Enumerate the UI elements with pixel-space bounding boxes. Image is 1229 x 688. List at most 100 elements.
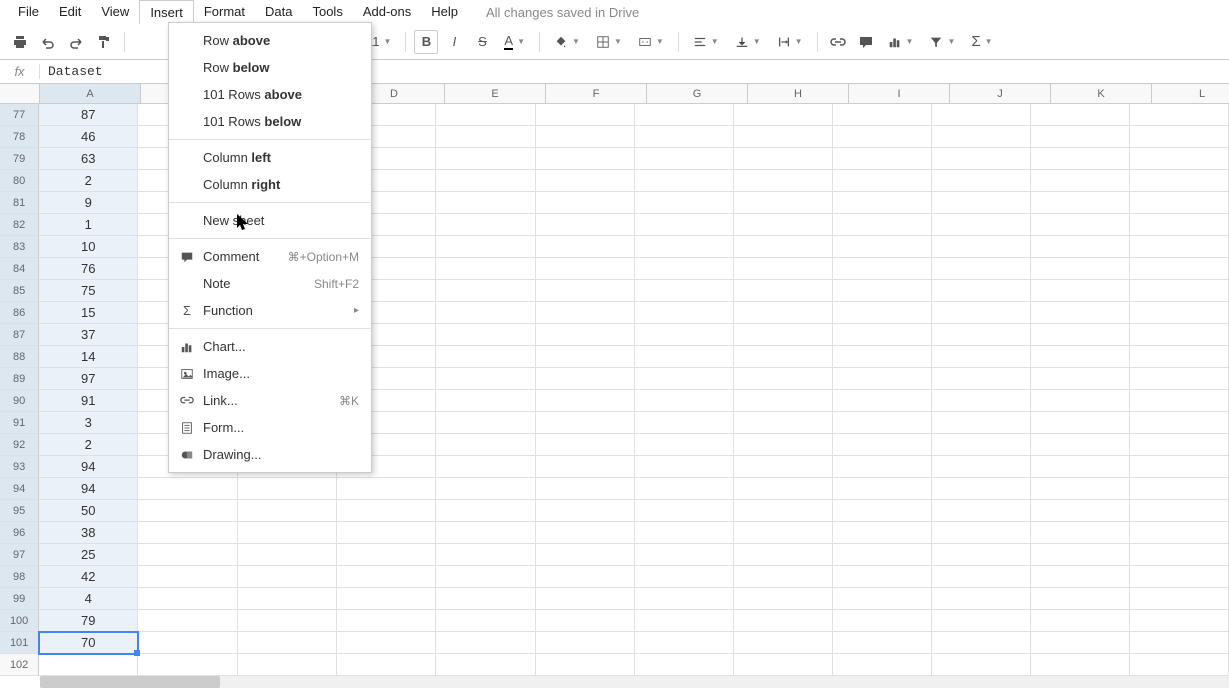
cell[interactable] [734,544,833,566]
cell[interactable]: 4 [39,588,138,610]
row-header[interactable]: 77 [0,104,39,126]
cell[interactable] [635,456,734,478]
cell[interactable] [1130,148,1229,170]
cell[interactable]: 46 [39,126,138,148]
cell[interactable] [734,236,833,258]
cell[interactable] [436,390,535,412]
cell[interactable] [536,126,635,148]
menu-data[interactable]: Data [255,0,302,24]
menu-column-left[interactable]: Column left [169,144,371,171]
cell[interactable] [1130,126,1229,148]
cell[interactable]: 2 [39,170,138,192]
cell[interactable] [1031,434,1130,456]
menu-help[interactable]: Help [421,0,468,24]
cell[interactable] [436,214,535,236]
cell[interactable] [238,478,337,500]
cell[interactable] [932,302,1031,324]
cell[interactable] [1031,214,1130,236]
cell[interactable] [932,412,1031,434]
cell[interactable]: 1 [39,214,138,236]
cell[interactable]: 76 [39,258,138,280]
cell[interactable] [436,104,535,126]
cell[interactable] [436,544,535,566]
row-header[interactable]: 84 [0,258,39,280]
cell[interactable] [635,258,734,280]
cell[interactable] [932,258,1031,280]
menu-link[interactable]: Link...⌘K [169,387,371,414]
bold-button[interactable]: B [414,30,438,54]
cell[interactable] [436,478,535,500]
col-header-I[interactable]: I [849,84,950,104]
cell[interactable] [1130,280,1229,302]
cell[interactable] [635,368,734,390]
menu-comment[interactable]: Comment⌘+Option+M [169,243,371,270]
menu-chart[interactable]: Chart... [169,333,371,360]
cell[interactable] [536,632,635,654]
cell[interactable] [734,654,833,676]
cell[interactable] [436,324,535,346]
cell[interactable]: 94 [39,478,138,500]
cell[interactable] [734,390,833,412]
cell[interactable] [932,104,1031,126]
cell[interactable] [138,588,238,610]
cell[interactable] [536,368,635,390]
cell[interactable] [238,500,337,522]
cell[interactable] [536,280,635,302]
cell[interactable] [1130,610,1229,632]
cell[interactable] [932,280,1031,302]
cell[interactable] [635,632,734,654]
cell[interactable] [734,302,833,324]
menu-row-below[interactable]: Row below [169,54,371,81]
menu-note[interactable]: NoteShift+F2 [169,270,371,297]
cell[interactable] [536,588,635,610]
cell[interactable] [337,522,436,544]
cell[interactable] [536,610,635,632]
cell[interactable] [536,566,635,588]
cell[interactable] [932,434,1031,456]
cell[interactable] [436,236,535,258]
cell[interactable] [436,412,535,434]
cell[interactable]: 91 [39,390,138,412]
cell[interactable] [734,522,833,544]
cell[interactable] [1031,456,1130,478]
cell[interactable] [536,302,635,324]
cell[interactable] [1130,566,1229,588]
cell[interactable] [635,214,734,236]
cell[interactable]: 79 [39,610,138,632]
cell[interactable] [238,522,337,544]
cell[interactable] [932,522,1031,544]
cell[interactable] [932,390,1031,412]
strikethrough-button[interactable]: S [470,30,494,54]
cell[interactable] [734,148,833,170]
cell[interactable]: 42 [39,566,138,588]
cell[interactable] [436,368,535,390]
valign-button[interactable]: ▼ [729,30,767,54]
row-header[interactable]: 99 [0,588,39,610]
text-color-button[interactable]: A▼ [498,30,531,54]
cell[interactable] [1130,654,1229,676]
cell[interactable] [536,104,635,126]
menu-view[interactable]: View [91,0,139,24]
row-header[interactable]: 82 [0,214,39,236]
cell[interactable] [436,456,535,478]
cell[interactable]: 87 [39,104,138,126]
select-all-corner[interactable] [0,84,40,104]
col-header-G[interactable]: G [647,84,748,104]
cell[interactable] [1130,170,1229,192]
cell[interactable] [1031,104,1130,126]
row-header[interactable]: 83 [0,236,39,258]
cell[interactable] [1130,632,1229,654]
row-header[interactable]: 78 [0,126,39,148]
cell[interactable] [337,654,436,676]
wrap-button[interactable]: ▼ [771,30,809,54]
cell[interactable] [833,632,932,654]
menu-file[interactable]: File [8,0,49,24]
row-header[interactable]: 94 [0,478,39,500]
row-header[interactable]: 95 [0,500,39,522]
cell[interactable] [1031,588,1130,610]
menu-tools[interactable]: Tools [302,0,352,24]
row-header[interactable]: 96 [0,522,39,544]
cell[interactable] [1031,566,1130,588]
row-header[interactable]: 85 [0,280,39,302]
cell[interactable]: 75 [39,280,138,302]
